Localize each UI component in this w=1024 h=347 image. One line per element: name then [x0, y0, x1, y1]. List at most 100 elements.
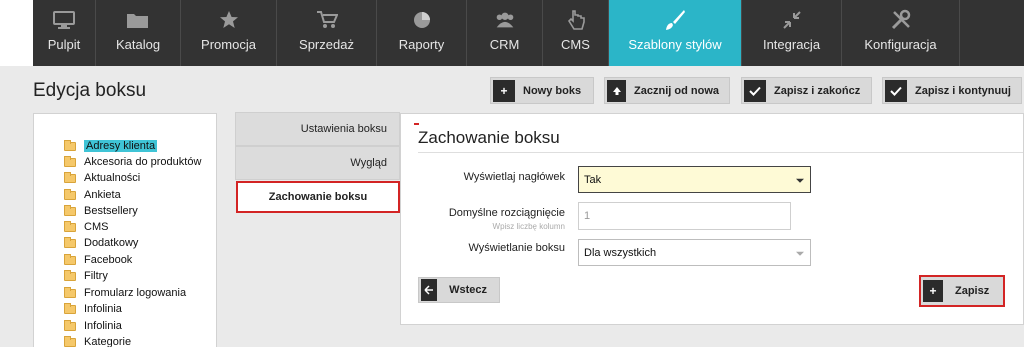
nav-label: Raporty [398, 37, 445, 52]
default-stretch-label: Domyślne rozciągnięcie [448, 207, 565, 219]
display-box-value: Dla wszystkich [584, 246, 657, 259]
plus-icon: + [923, 280, 943, 302]
nav-item-katalog[interactable]: Katalog [96, 0, 181, 66]
show-header-select[interactable]: Tak [578, 166, 811, 193]
tree-item[interactable]: Fromularz logowania [64, 285, 186, 301]
tree-item[interactable]: Ankieta [64, 187, 121, 203]
show-header-label: Wyświetlaj nagłówek [463, 171, 565, 183]
nav-label: Pulpit [47, 37, 81, 52]
tree-item-label: Infolinia [84, 303, 122, 315]
save-and-finish-label: Zapisz i zakończ [774, 84, 861, 97]
folder-icon [64, 253, 76, 265]
tree-item[interactable]: CMS [64, 219, 108, 235]
folder-icon [64, 269, 76, 281]
save-label: Zapisz [955, 285, 990, 297]
display-box-label: Wyświetlanie boksu [468, 242, 566, 254]
tab-label: Zachowanie boksu [268, 191, 368, 203]
compress-arrows-icon [780, 10, 804, 30]
tab-box-settings[interactable]: Ustawienia boksu [235, 112, 400, 146]
start-over-button[interactable]: Zacznij od nowa [604, 77, 730, 104]
nav-label: Integracja [762, 37, 821, 52]
folder-icon [64, 204, 76, 216]
tree-item[interactable]: Filtry [64, 268, 108, 284]
tree-item-label: CMS [84, 221, 109, 233]
folder-icon [64, 139, 76, 151]
save-and-continue-button[interactable]: Zapisz i kontynuuj [882, 77, 1022, 104]
tab-label: Ustawienia boksu [300, 123, 387, 135]
panel-title: Zachowanie boksu [414, 123, 560, 148]
new-box-label: Nowy boks [523, 84, 582, 97]
tab-appearance[interactable]: Wygląd [235, 146, 400, 180]
nav-item-integracja[interactable]: Integracja [742, 0, 842, 66]
tree-item[interactable]: Infolinia [64, 318, 122, 334]
star-icon [217, 10, 241, 30]
default-stretch-value: 1 [584, 210, 591, 222]
box-tree-panel: Adresy klienta Akcesoria do produktów Ak… [33, 113, 217, 347]
nav-label: CRM [489, 37, 520, 52]
folder-icon [64, 302, 76, 314]
tree-item-label: Bestsellery [84, 205, 138, 217]
folder-icon [64, 188, 76, 200]
tree-item-label: Fromularz logowania [84, 287, 187, 299]
tree-item[interactable]: Bestsellery [64, 203, 138, 219]
main-menu: Pulpit Katalog Promocja Sprzedaż Raporty [33, 0, 1024, 66]
tree-item[interactable]: Akcesoria do produktów [64, 154, 201, 170]
nav-label: Konfiguracja [864, 37, 937, 52]
tree-item-label: Akcesoria do produktów [84, 156, 202, 168]
folder-icon [64, 236, 76, 248]
display-box-select[interactable]: Dla wszystkich [578, 239, 811, 266]
cart-icon [315, 10, 339, 30]
check-pencil-icon [885, 79, 907, 102]
tree-item[interactable]: Infolinia [64, 301, 122, 317]
nav-item-pulpit[interactable]: Pulpit [33, 0, 96, 66]
nav-item-szablony-stylow[interactable]: Szablony stylów [609, 0, 742, 66]
divider [418, 152, 1023, 153]
save-button[interactable]: + Zapisz [919, 275, 1005, 307]
tree-item-label: Adresy klienta [84, 140, 158, 152]
tree-item[interactable]: Kategorie [64, 334, 131, 347]
folder-icon [64, 155, 76, 167]
nav-item-sprzedaz[interactable]: Sprzedaż [277, 0, 377, 66]
nav-item-crm[interactable]: CRM [467, 0, 543, 66]
save-and-finish-button[interactable]: Zapisz i zakończ [741, 77, 872, 104]
nav-item-cms[interactable]: CMS [543, 0, 609, 66]
show-header-value: Tak [584, 173, 602, 186]
arrow-up-icon [607, 79, 627, 102]
default-stretch-input[interactable]: 1 [578, 202, 791, 230]
nav-item-raporty[interactable]: Raporty [377, 0, 467, 66]
start-over-label: Zacznij od nowa [634, 84, 719, 97]
tree-item-label: Kategorie [84, 336, 132, 347]
new-box-button[interactable]: + Nowy boks [490, 77, 594, 104]
folder-icon [126, 10, 150, 30]
nav-label: Promocja [201, 37, 256, 52]
box-behavior-panel: Zachowanie boksu Wyświetlaj nagłówek Tak… [400, 113, 1024, 325]
nav-label: Katalog [115, 37, 161, 52]
tree-item[interactable]: Aktualności [64, 170, 140, 186]
tab-box-behavior[interactable]: Zachowanie boksu [236, 181, 400, 213]
monitor-icon [52, 10, 76, 30]
folder-icon [64, 286, 76, 298]
tree-item-label: Filtry [84, 270, 108, 282]
tree-item-label: Ankieta [84, 189, 121, 201]
hand-pointer-icon [564, 10, 588, 30]
nav-item-promocja[interactable]: Promocja [181, 0, 277, 66]
back-button[interactable]: Wstecz [418, 277, 500, 303]
top-navigation: Pulpit Katalog Promocja Sprzedaż Raporty [0, 0, 1024, 66]
tree-item[interactable]: Adresy klienta [64, 138, 158, 154]
page-title: Edycja boksu [33, 80, 147, 101]
tree-item[interactable]: Dodatkowy [64, 235, 138, 251]
pie-chart-icon [410, 10, 434, 30]
brush-icon [663, 10, 687, 30]
plus-icon: + [493, 79, 515, 102]
nav-label: CMS [561, 37, 590, 52]
required-marker [414, 123, 419, 125]
arrow-left-icon [421, 279, 438, 301]
tree-item[interactable]: Facebook [64, 252, 132, 268]
folder-icon [64, 319, 76, 331]
back-label: Wstecz [449, 284, 487, 296]
users-icon [493, 10, 517, 30]
folder-icon [64, 220, 76, 232]
tree-item-label: Facebook [84, 254, 133, 266]
tab-label: Wygląd [350, 157, 387, 169]
nav-item-konfiguracja[interactable]: Konfiguracja [842, 0, 960, 66]
